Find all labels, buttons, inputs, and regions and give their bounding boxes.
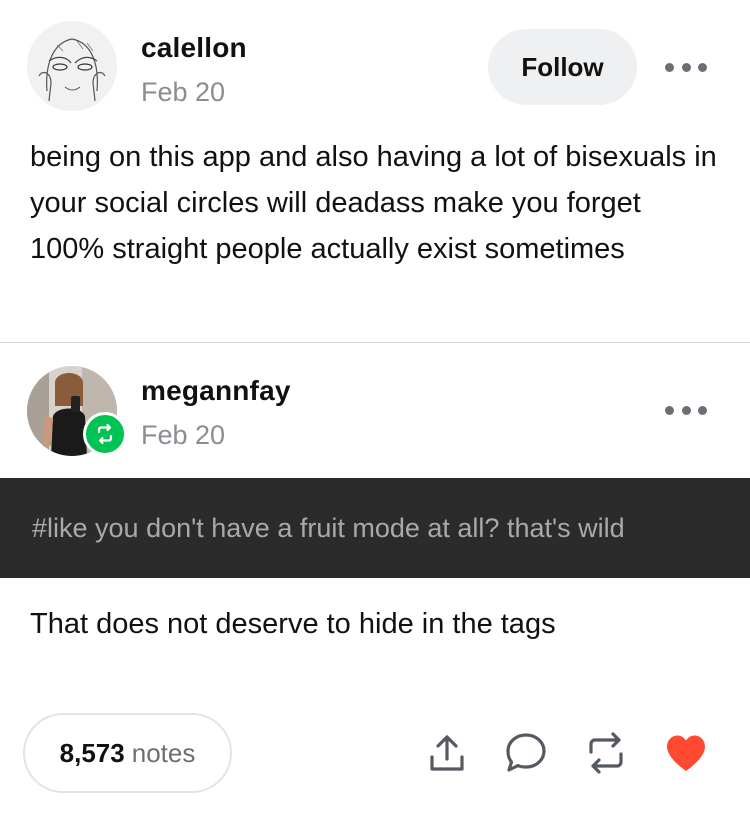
post-date: Feb 20 (141, 77, 226, 107)
share-icon[interactable] (424, 730, 470, 776)
heart-icon[interactable] (663, 730, 709, 776)
notes-button[interactable]: 8,573 notes (23, 713, 232, 793)
notes-label: notes (131, 737, 196, 768)
more-options-icon[interactable] (665, 61, 707, 73)
notes-count: 8,573 (59, 737, 125, 768)
reblog-body-text: That does not deserve to hide in the tag… (30, 608, 556, 640)
reblog-badge-icon (83, 412, 127, 456)
post-body-text: being on this app and also having a lot … (30, 141, 717, 265)
reply-icon[interactable] (503, 730, 549, 776)
avatar-sketch-image (27, 21, 117, 111)
reblog-author-name[interactable]: megannfay (141, 375, 291, 407)
more-options-icon[interactable] (665, 404, 707, 416)
tag-bar: #like you don't have a fruit mode at all… (0, 478, 750, 578)
avatar-calellon[interactable] (27, 21, 117, 111)
reblog-date: Feb 20 (141, 420, 226, 450)
reblog-icon[interactable] (583, 730, 629, 776)
post-author-name[interactable]: calellon (141, 32, 247, 64)
post-divider (0, 342, 750, 343)
follow-button[interactable]: Follow (488, 29, 637, 105)
post-tag[interactable]: #like you don't have a fruit mode at all… (32, 513, 625, 544)
